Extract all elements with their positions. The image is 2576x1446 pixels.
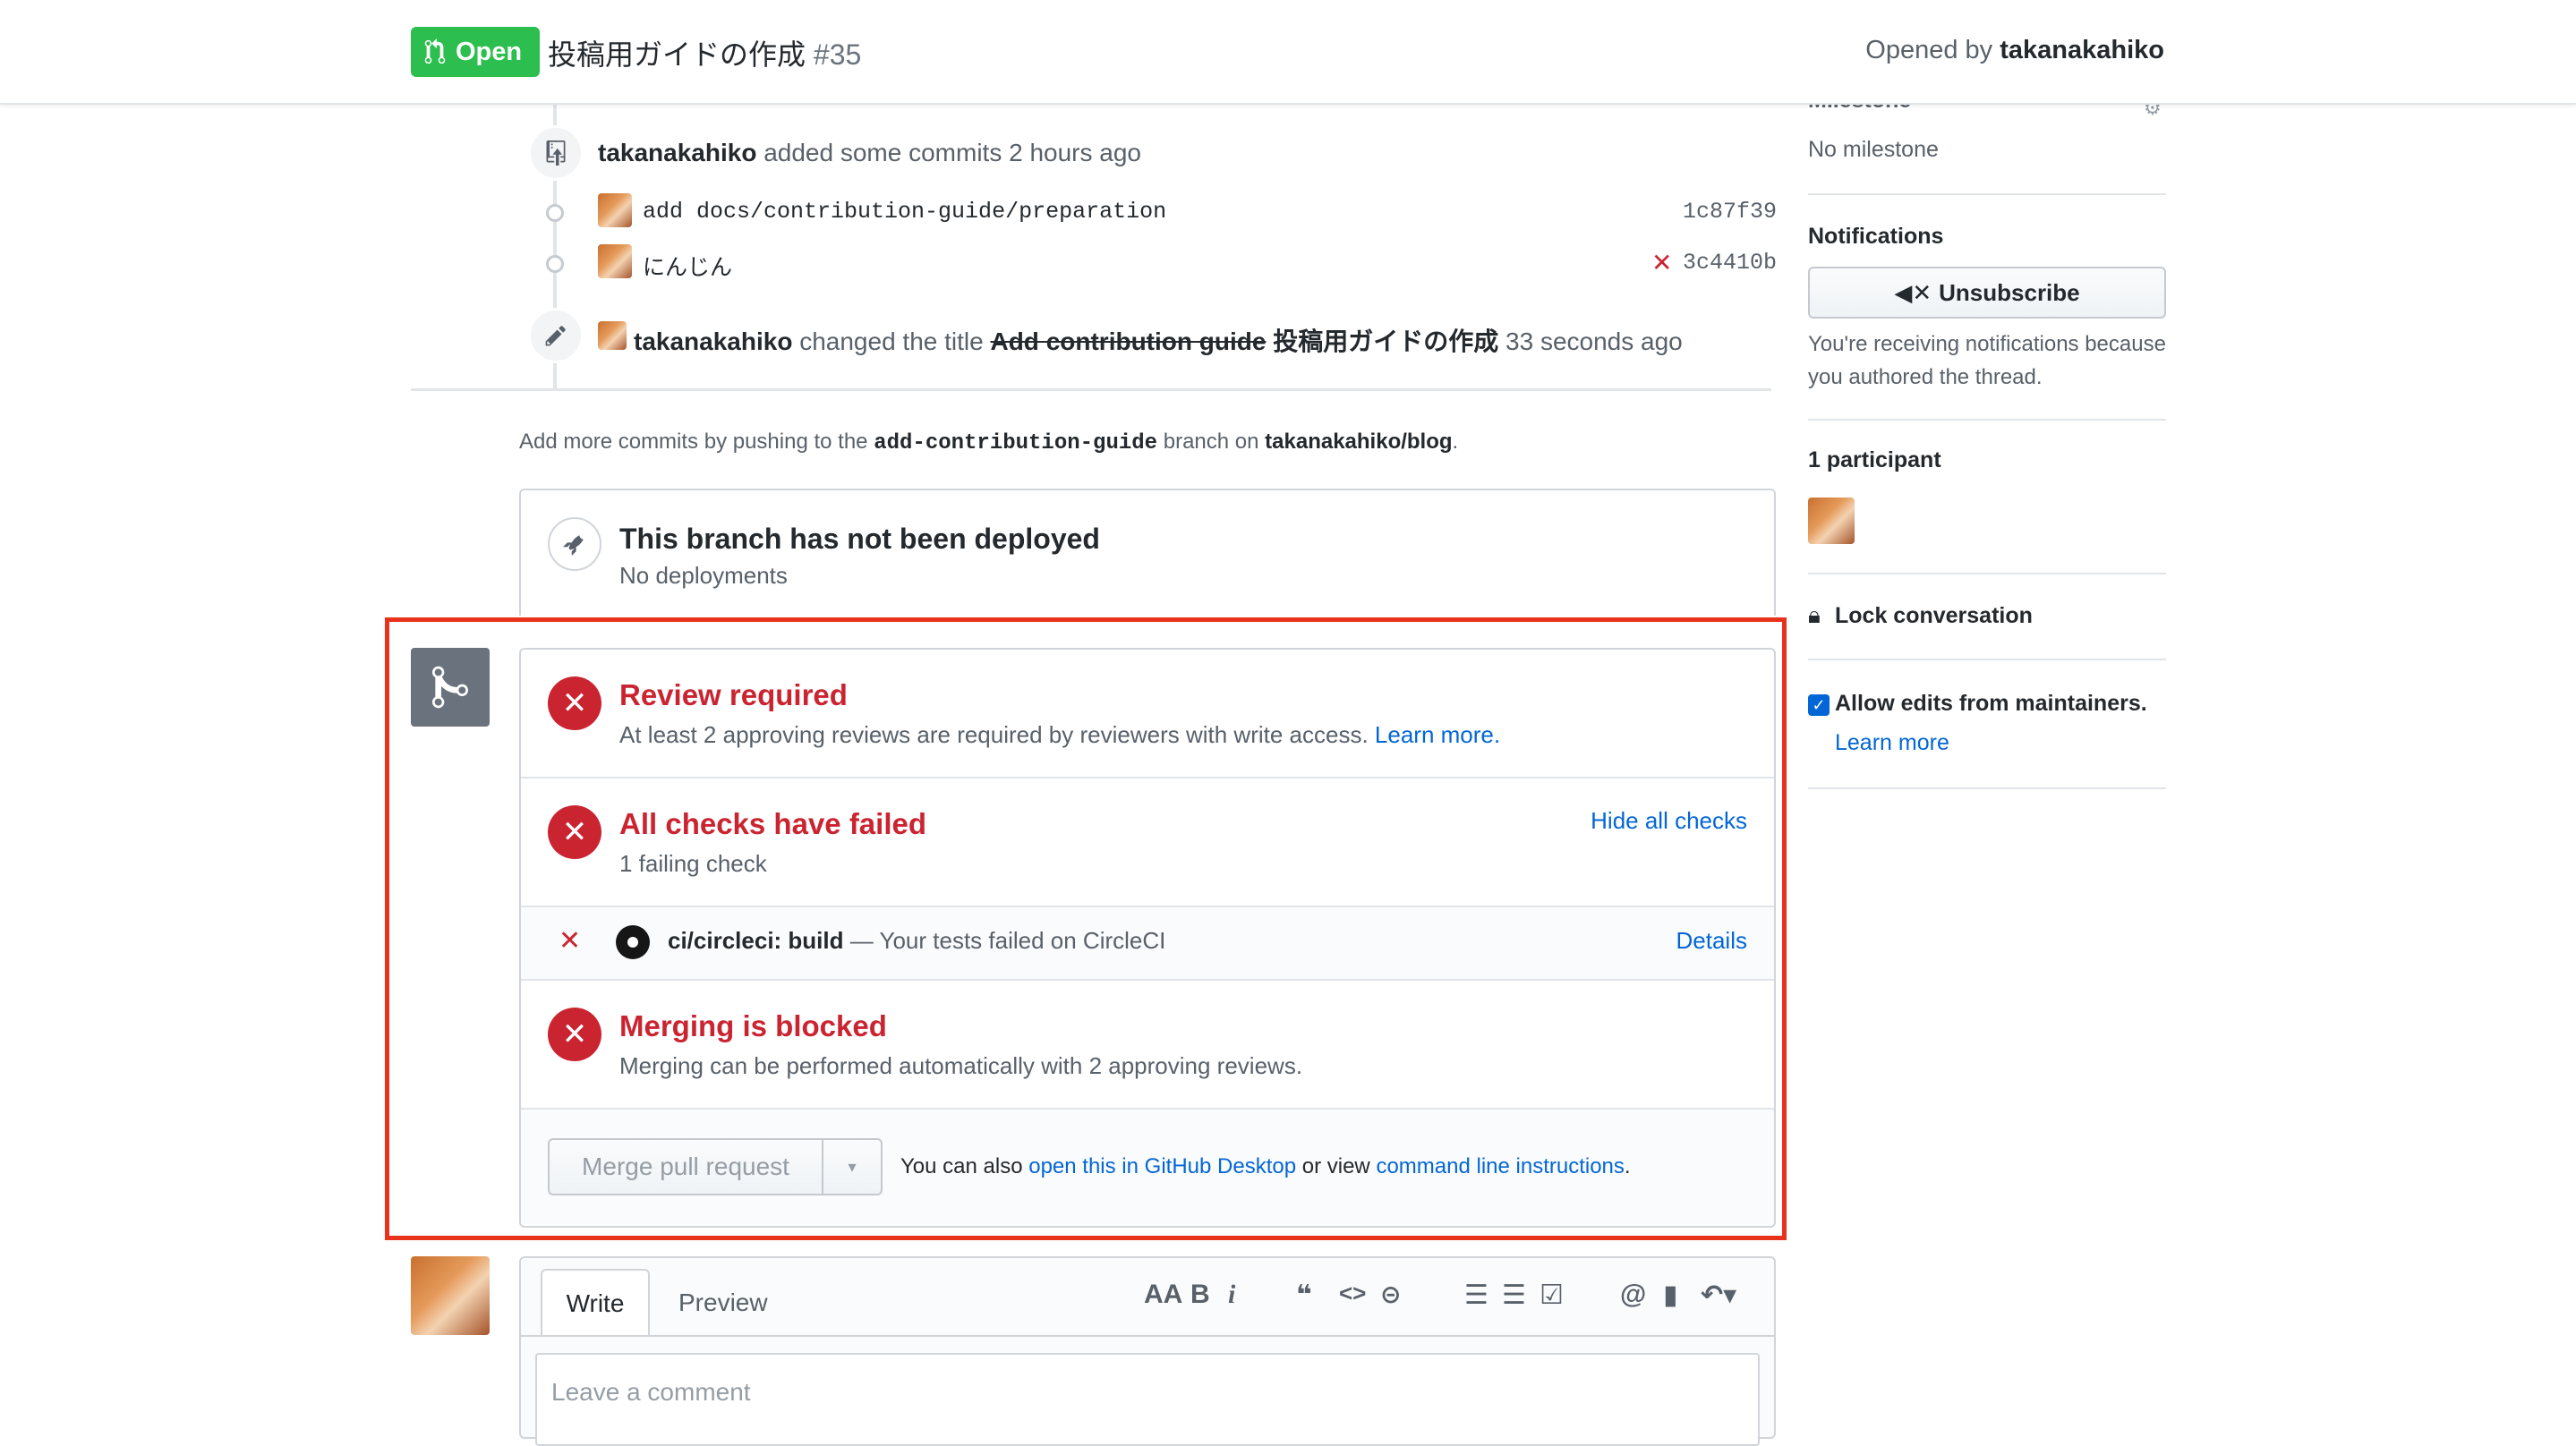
mention-icon[interactable]: @	[1620, 1280, 1646, 1310]
commit-message[interactable]: add docs/contribution-guide/preparation	[643, 199, 1166, 225]
push-hint-middle: branch on	[1163, 430, 1259, 454]
commit-message[interactable]: にんじん	[643, 250, 732, 282]
commits-event: takanakahiko added some commits 2 hours …	[598, 139, 1141, 167]
repo-push-icon	[528, 125, 584, 181]
commit-dot	[546, 255, 564, 273]
unsubscribe-button[interactable]: ◀✕ Unsubscribe	[1808, 267, 2166, 319]
sidebar-divider	[1808, 573, 2166, 574]
push-hint: Add more commits by pushing to the add-c…	[519, 430, 1458, 455]
deploy-subtitle: No deployments	[619, 562, 788, 589]
highlight-box	[385, 617, 1787, 1240]
allow-edits-learn-more-link[interactable]: Learn more	[1835, 730, 1949, 756]
pr-title: 投稿用ガイドの作成 #35	[548, 32, 861, 73]
opened-by-user[interactable]: takanakahiko	[2000, 36, 2164, 64]
push-hint-suffix: .	[1452, 430, 1459, 454]
opened-by: Opened by takanakahiko	[1865, 36, 2164, 65]
italic-icon[interactable]: i	[1228, 1280, 1235, 1310]
bookmark-icon[interactable]: ▮	[1663, 1280, 1678, 1311]
commit-sha[interactable]: 3c4410b	[1683, 250, 1777, 276]
commits-event-text: added some commits 2 hours ago	[763, 139, 1141, 166]
status-label: Open	[456, 37, 523, 66]
push-hint-prefix: Add more commits by pushing to the	[519, 430, 868, 454]
lock-icon: 🔒︎	[1808, 601, 1821, 628]
ordered-list-icon[interactable]: ☰	[1502, 1280, 1526, 1311]
old-title: Add contribution guide	[990, 327, 1267, 355]
mute-icon: ◀✕	[1894, 278, 1932, 306]
text-size-icon[interactable]: AA	[1144, 1280, 1182, 1310]
allow-edits-checkbox[interactable]: ✓	[1808, 694, 1830, 716]
opened-by-prefix: Opened by	[1865, 36, 1993, 64]
pull-request-icon	[424, 38, 446, 64]
sidebar-divider	[1808, 659, 2166, 660]
deploy-title: This branch has not been deployed	[619, 523, 1100, 555]
lock-conversation-link[interactable]: Lock conversation	[1835, 603, 2033, 629]
sidebar-divider	[1808, 787, 2166, 789]
avatar[interactable]	[1808, 498, 1855, 544]
title-change-time: 33 seconds ago	[1506, 327, 1683, 355]
tab-preview[interactable]: Preview	[678, 1289, 768, 1317]
comment-placeholder: Leave a comment	[551, 1378, 751, 1406]
comment-textarea[interactable]: Leave a comment	[535, 1353, 1760, 1446]
status-badge: Open	[411, 27, 541, 77]
quote-icon[interactable]: ❝	[1296, 1280, 1312, 1311]
title-change-user[interactable]: takanakahiko	[634, 327, 792, 355]
tab-write[interactable]: Write	[541, 1269, 650, 1337]
tab-divider	[521, 1335, 1774, 1337]
failed-x-icon[interactable]: ✕	[1651, 248, 1672, 277]
participants-label: 1 participant	[1808, 447, 1941, 472]
pencil-icon	[528, 308, 584, 363]
pr-title-text: 投稿用ガイドの作成	[548, 38, 806, 71]
notification-reason: You're receiving notifications because y…	[1808, 332, 2166, 389]
sidebar-divider	[1808, 193, 2166, 195]
avatar[interactable]	[411, 1256, 490, 1335]
commits-event-user[interactable]: takanakahiko	[598, 139, 756, 166]
commit-sha[interactable]: 1c87f39	[1683, 199, 1777, 225]
sidebar-divider	[1808, 419, 2166, 421]
link-icon[interactable]: ⊝	[1380, 1280, 1401, 1309]
avatar[interactable]	[598, 244, 632, 278]
repo-name[interactable]: takanakahiko/blog	[1265, 430, 1452, 454]
title-change-event: takanakahiko changed the title Add contr…	[634, 322, 1683, 358]
pr-number: #35	[813, 38, 862, 71]
allow-edits-label: Allow edits from maintainers.	[1835, 691, 2147, 716]
unordered-list-icon[interactable]: ☰	[1464, 1280, 1488, 1311]
code-icon[interactable]: <>	[1339, 1280, 1366, 1307]
unsubscribe-label: Unsubscribe	[1939, 278, 2080, 306]
pr-header: Open 投稿用ガイドの作成 #35 Opened by takanakahik…	[0, 0, 2576, 105]
avatar[interactable]	[598, 193, 632, 227]
timeline-divider	[411, 388, 1771, 391]
title-change-text: changed the title	[799, 327, 984, 355]
rocket-icon	[548, 517, 601, 571]
new-title: 投稿用ガイドの作成	[1273, 327, 1499, 355]
deployment-box: This branch has not been deployed No dep…	[519, 489, 1776, 616]
commit-dot	[546, 204, 564, 222]
milestone-value: No milestone	[1808, 137, 1939, 162]
avatar[interactable]	[598, 321, 627, 350]
bold-icon[interactable]: B	[1190, 1280, 1210, 1310]
reply-icon[interactable]: ↶▾	[1701, 1280, 1736, 1311]
task-list-icon[interactable]: ☑	[1540, 1280, 1564, 1311]
notifications-label: Notifications	[1808, 224, 1944, 249]
branch-name: add-contribution-guide	[874, 431, 1158, 455]
